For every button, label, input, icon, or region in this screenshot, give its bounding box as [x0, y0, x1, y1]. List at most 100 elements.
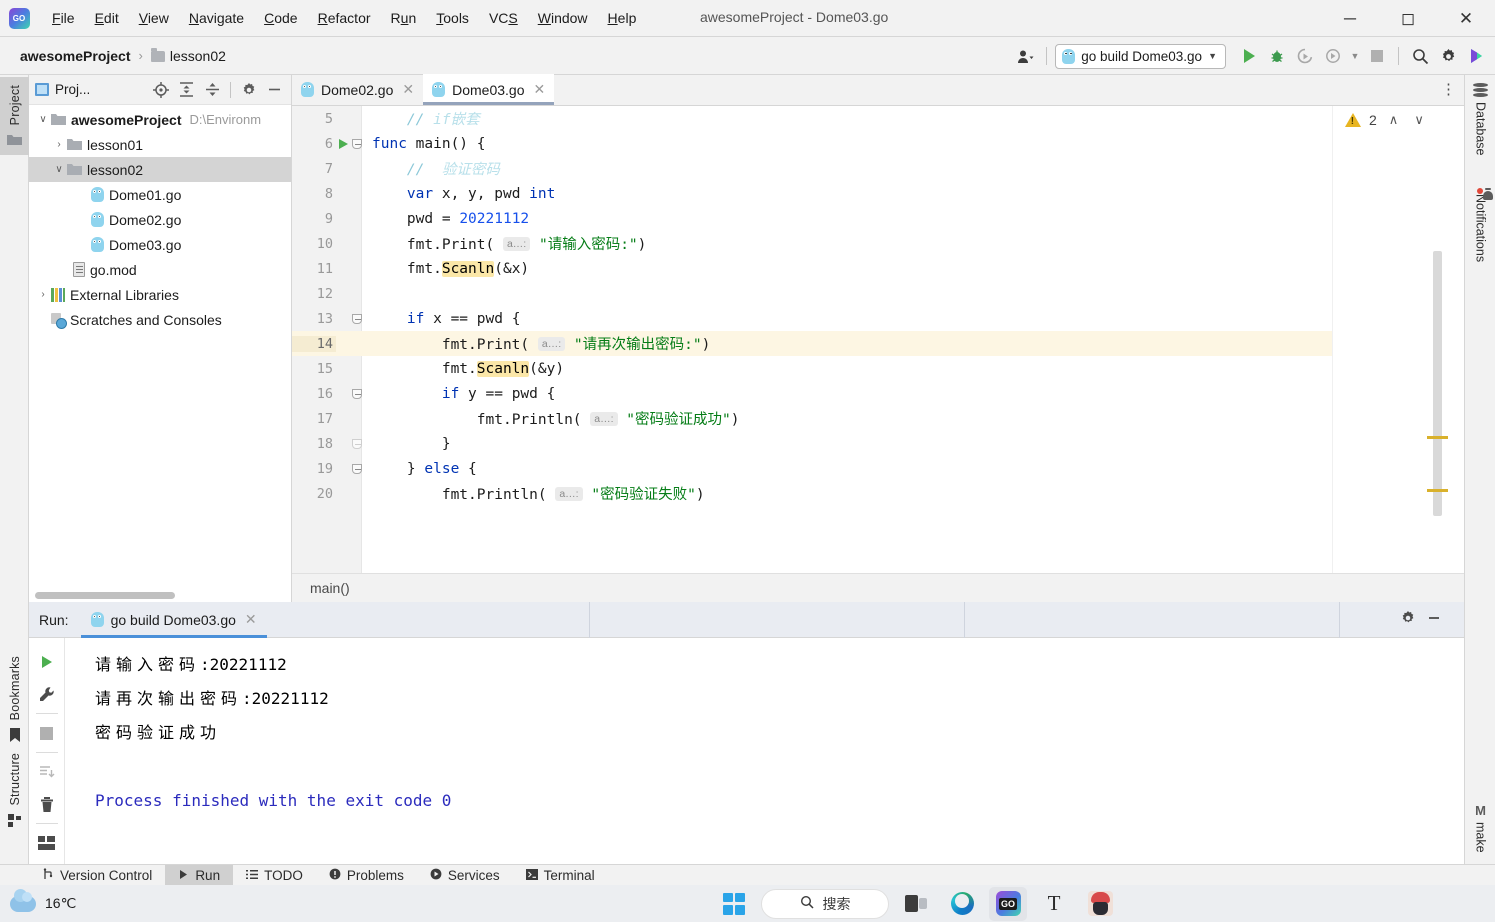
menu-navigate[interactable]: Navigate [179, 6, 254, 30]
text-app-icon[interactable]: T [1035, 887, 1073, 921]
run-tab-go-build[interactable]: go build Dome03.go ✕ [80, 601, 267, 638]
code-line-8[interactable]: 8 var x, y, pwd int [292, 181, 1464, 206]
code-line-15[interactable]: 15 fmt.Scanln(&y) [292, 356, 1464, 381]
tree-item-lesson01[interactable]: › lesson01 [29, 132, 291, 157]
run-configuration-selector[interactable]: go build Dome03.go ▼ [1055, 43, 1226, 69]
code-line-10[interactable]: 10 fmt.Print( a…: "请输入密码:") [292, 231, 1464, 256]
code-line-9[interactable]: 9 pwd = 20221112 [292, 206, 1464, 231]
chevron-right-icon[interactable]: › [35, 289, 51, 300]
tree-item-dome02[interactable]: Dome02.go [29, 207, 291, 232]
code-line-12[interactable]: 12 [292, 281, 1464, 306]
rerun-icon[interactable] [31, 646, 63, 678]
code-fold-icon[interactable] [350, 313, 364, 324]
code-fold-icon[interactable] [350, 438, 364, 449]
account-icon[interactable] [1012, 43, 1038, 69]
search-icon[interactable] [1407, 43, 1433, 69]
run-button[interactable] [1236, 43, 1262, 69]
gear-icon[interactable] [1400, 610, 1416, 629]
locate-icon[interactable] [148, 78, 173, 102]
task-view-icon[interactable] [897, 887, 935, 921]
sidebar-tab-database[interactable]: Database [1465, 83, 1495, 156]
sidebar-tab-project[interactable]: Project [0, 77, 29, 156]
profile-button[interactable] [1320, 43, 1346, 69]
settings-icon[interactable] [236, 78, 261, 102]
close-icon[interactable]: ✕ [534, 81, 546, 98]
chevron-down-icon[interactable]: ∨ [35, 114, 51, 125]
code-line-19[interactable]: 19 } else { [292, 456, 1464, 481]
project-horizontal-scrollbar[interactable] [35, 592, 175, 599]
tree-item-dome01[interactable]: Dome01.go [29, 182, 291, 207]
tree-item-awesomeproject[interactable]: ∨ awesomeProject D:\Environm [29, 107, 291, 132]
weather-widget[interactable]: 16℃ [0, 888, 76, 912]
code-line-11[interactable]: 11 fmt.Scanln(&x) [292, 256, 1464, 281]
warning-marker-2[interactable] [1427, 489, 1448, 492]
tree-item-lesson02[interactable]: ∨ lesson02 [29, 157, 291, 182]
collapse-all-icon[interactable] [200, 78, 225, 102]
gutter-run-icon[interactable] [336, 138, 350, 149]
previous-problem-icon[interactable]: ∧ [1385, 112, 1403, 128]
code-line-5[interactable]: 5 // if嵌套 [292, 106, 1464, 131]
minimize-icon[interactable] [1426, 610, 1442, 629]
sidebar-tab-structure[interactable]: Structure [0, 747, 29, 836]
minimize-button[interactable]: ─ [1321, 0, 1379, 37]
code-editor[interactable]: 5 // if嵌套 6 func main() {7 // 验证密码 8 var x,… [292, 106, 1464, 573]
menu-file[interactable]: FFileile [42, 6, 85, 30]
code-line-20[interactable]: 20 fmt.Println( a…: "密码验证失败") [292, 481, 1464, 506]
menu-tools[interactable]: Tools [426, 6, 479, 30]
menu-help[interactable]: Help [598, 6, 647, 30]
tree-item-dome03[interactable]: Dome03.go [29, 232, 291, 257]
code-line-16[interactable]: 16 if y == pwd { [292, 381, 1464, 406]
inspection-widget[interactable]: 2 ∧ ∨ [1333, 106, 1464, 128]
hide-icon[interactable] [262, 78, 287, 102]
code-fold-icon[interactable] [350, 463, 364, 474]
print-icon[interactable] [31, 827, 63, 859]
breadcrumb-folder[interactable]: lesson02 [148, 46, 229, 66]
code-fold-icon[interactable] [350, 388, 364, 399]
next-problem-icon[interactable]: ∨ [1410, 112, 1428, 128]
wrench-icon[interactable] [31, 678, 63, 710]
menu-code[interactable]: Code [254, 6, 307, 30]
bottom-tab-todo[interactable]: TODO [233, 865, 316, 885]
sidebar-tab-make[interactable]: M make [1465, 803, 1495, 853]
edge-icon[interactable] [943, 887, 981, 921]
tree-item-external-libraries[interactable]: › External Libraries [29, 282, 291, 307]
soft-wrap-icon[interactable] [31, 756, 63, 788]
code-fold-icon[interactable] [350, 138, 364, 149]
bottom-tab-problems[interactable]: Problems [316, 865, 417, 885]
debug-button[interactable] [1264, 43, 1290, 69]
bottom-tab-services[interactable]: Services [417, 865, 513, 885]
profile-dropdown-icon[interactable]: ▼ [1348, 43, 1362, 69]
maximize-button[interactable]: ◻ [1379, 0, 1437, 37]
tree-item-scratches[interactable]: Scratches and Consoles [29, 307, 291, 332]
expand-all-icon[interactable] [174, 78, 199, 102]
warning-marker-1[interactable] [1427, 436, 1448, 439]
menu-run[interactable]: Run [381, 6, 427, 30]
trash-icon[interactable] [31, 788, 63, 820]
sidebar-tab-bookmarks[interactable]: Bookmarks [0, 650, 29, 752]
stop-button[interactable] [1364, 43, 1390, 69]
stop-icon[interactable] [31, 717, 63, 749]
code-line-18[interactable]: 18 } [292, 431, 1464, 456]
menu-vcs[interactable]: VCS [479, 6, 528, 30]
bottom-tab-run[interactable]: Run [165, 865, 234, 885]
menu-refactor[interactable]: Refactor [308, 6, 381, 30]
tree-item-gomod[interactable]: go.mod [29, 257, 291, 282]
breadcrumb-project[interactable]: awesomeProject [17, 46, 134, 66]
goland-icon[interactable]: GO [989, 886, 1027, 921]
editor-tab-dome02[interactable]: Dome02.go ✕ [292, 74, 423, 105]
code-line-7[interactable]: 7 // 验证密码 [292, 156, 1464, 181]
close-icon[interactable]: ✕ [402, 81, 414, 98]
menu-view[interactable]: View [129, 6, 179, 30]
settings-icon[interactable] [1435, 43, 1461, 69]
menu-window[interactable]: Window [528, 6, 598, 30]
close-button[interactable]: ✕ [1437, 0, 1495, 37]
editor-tab-dome03[interactable]: Dome03.go ✕ [423, 74, 555, 105]
editor-breadcrumb[interactable]: main() [292, 573, 1464, 602]
updates-icon[interactable] [1463, 43, 1489, 69]
windows-start-icon[interactable] [715, 887, 753, 921]
bottom-tab-terminal[interactable]: Terminal [513, 865, 608, 885]
chevron-down-icon[interactable]: ∨ [51, 164, 67, 175]
code-line-13[interactable]: 13 if x == pwd { [292, 306, 1464, 331]
sidebar-tab-notifications[interactable]: Notifications [1465, 188, 1495, 262]
code-line-14[interactable]: 14 fmt.Print( a…: "请再次输出密码:") [292, 331, 1464, 356]
